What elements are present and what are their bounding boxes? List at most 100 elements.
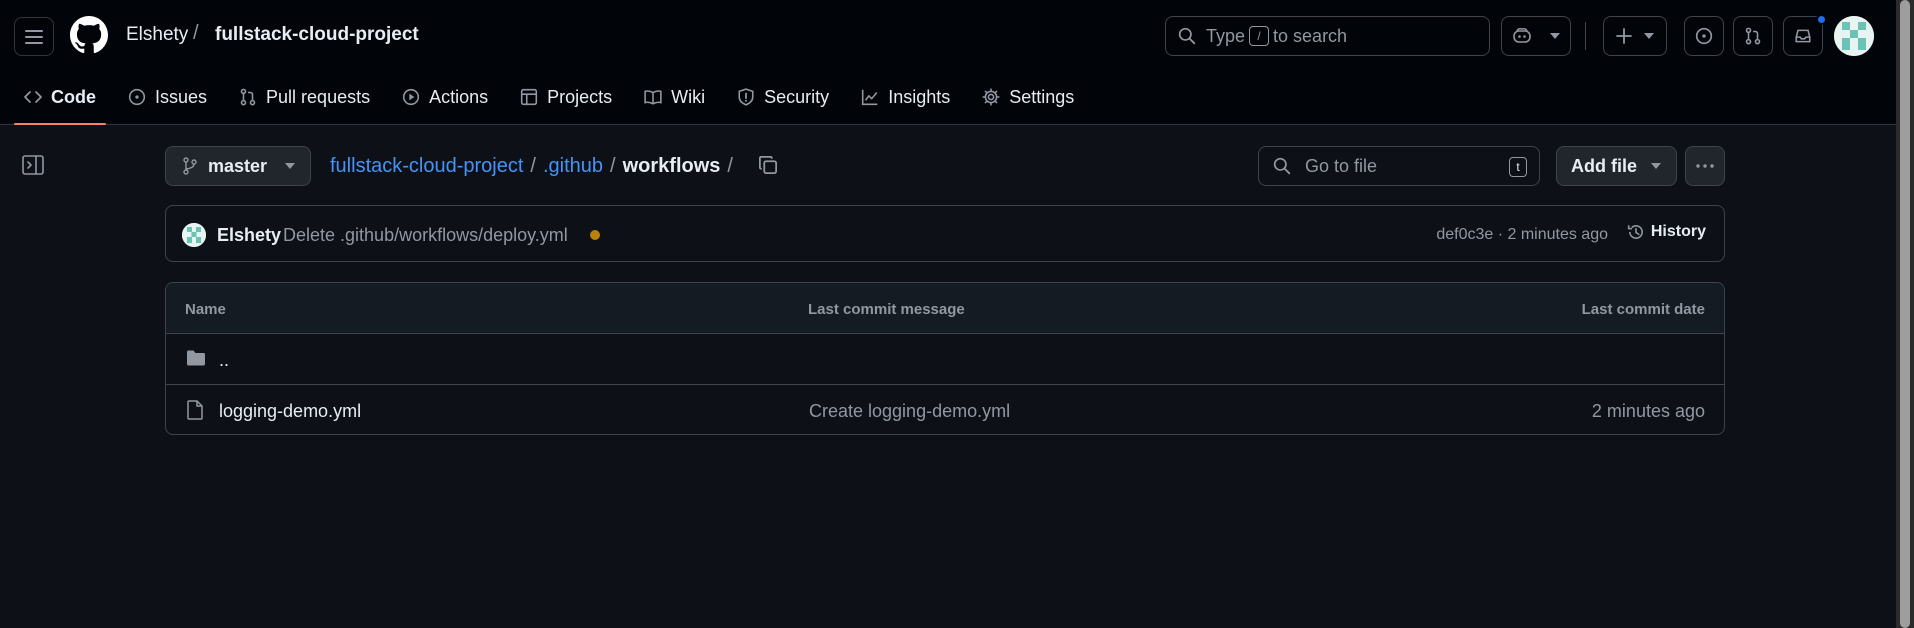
commit-author[interactable]: Elshety (217, 225, 281, 246)
global-header: Elshety / fullstack-cloud-project Type /… (0, 0, 1896, 125)
plus-icon (1616, 28, 1632, 44)
tab-code[interactable]: Code (14, 80, 106, 125)
kebab-horizontal-icon (1696, 164, 1714, 168)
history-icon (1627, 225, 1643, 239)
table-row[interactable]: logging-demo.yml Create logging-demo.yml… (166, 385, 1724, 434)
folder-icon (187, 350, 205, 366)
column-last-commit-message: Last commit message (808, 301, 965, 318)
copy-icon (759, 156, 777, 174)
copy-path-button[interactable] (758, 155, 778, 175)
repo-link[interactable]: fullstack-cloud-project (215, 24, 419, 46)
commit-author-avatar[interactable] (182, 223, 206, 247)
create-new-button[interactable] (1603, 16, 1667, 56)
path-current-dir: workflows (622, 155, 721, 177)
pull-request-icon (1745, 27, 1761, 45)
global-search-input[interactable]: Type / to search (1165, 16, 1490, 56)
branch-name: master (208, 155, 268, 176)
sidebar-expand-icon (22, 155, 44, 175)
tab-pull-requests[interactable]: Pull requests (229, 80, 380, 114)
more-options-button[interactable] (1685, 146, 1725, 186)
history-label: History (1650, 223, 1706, 240)
path-separator: / (610, 155, 616, 177)
issue-icon (128, 88, 146, 106)
tab-security[interactable]: Security (727, 80, 839, 114)
tab-actions[interactable]: Actions (392, 80, 498, 114)
tab-label: Security (764, 86, 830, 107)
chevron-down-icon (1644, 33, 1654, 39)
history-button[interactable]: History (1627, 223, 1706, 241)
branch-selector-button[interactable]: master (165, 146, 311, 186)
path-separator: / (530, 155, 536, 177)
file-name-link[interactable]: logging-demo.yml (219, 401, 361, 422)
breadcrumb-separator: / (193, 22, 199, 44)
tab-label: Issues (155, 86, 208, 107)
search-suffix: to search (1273, 25, 1348, 46)
chevron-down-icon (285, 163, 296, 169)
issues-button[interactable] (1684, 16, 1724, 56)
menu-button[interactable] (14, 17, 54, 56)
latest-commit-bar: Elshety Delete .github/workflows/deploy.… (165, 205, 1725, 262)
commit-message[interactable]: Delete .github/workflows/deploy.yml (283, 225, 568, 246)
code-icon (24, 91, 42, 103)
tab-wiki[interactable]: Wiki (634, 80, 715, 114)
parent-dir-link[interactable]: .. (219, 350, 229, 371)
file-commit-message[interactable]: Create logging-demo.yml (809, 401, 1010, 422)
tab-label: Wiki (671, 86, 706, 107)
path-separator: / (727, 155, 733, 177)
table-header: Name Last commit message Last commit dat… (166, 283, 1724, 334)
file-table: Name Last commit message Last commit dat… (165, 282, 1725, 435)
branch-icon (183, 157, 197, 175)
github-logo-icon[interactable] (70, 16, 108, 54)
owner-link[interactable]: Elshety (126, 24, 188, 46)
book-icon (644, 90, 662, 105)
chevron-down-icon (1651, 163, 1661, 169)
tab-issues[interactable]: Issues (118, 80, 217, 114)
search-shortcut-key: / (1249, 26, 1270, 46)
copilot-button[interactable] (1501, 16, 1571, 56)
tab-projects[interactable]: Projects (510, 80, 622, 114)
play-icon (402, 88, 420, 106)
hamburger-icon (25, 29, 43, 44)
add-file-label: Add file (1571, 155, 1637, 176)
pull-request-icon (240, 88, 256, 106)
column-name: Name (185, 301, 226, 318)
file-commit-date: 2 minutes ago (1591, 401, 1705, 421)
path-dir-link[interactable]: .github (543, 155, 603, 178)
gear-icon (982, 88, 1000, 106)
tab-insights[interactable]: Insights (851, 80, 960, 114)
file-icon (187, 400, 203, 420)
chevron-down-icon[interactable] (1550, 33, 1560, 39)
issue-icon (1695, 27, 1713, 45)
scrollbar-thumb[interactable] (1900, 0, 1910, 628)
notification-indicator (1816, 14, 1827, 25)
pull-requests-button[interactable] (1733, 16, 1773, 56)
path-repo-link[interactable]: fullstack-cloud-project (330, 155, 523, 178)
search-icon (1273, 157, 1291, 175)
go-to-file-shortcut-key: t (1509, 157, 1527, 177)
commit-hash-time[interactable]: def0c3e · 2 minutes ago (1436, 226, 1608, 244)
tab-label: Settings (1009, 86, 1075, 107)
copilot-icon (1513, 28, 1531, 43)
add-file-button[interactable]: Add file (1556, 146, 1677, 186)
inbox-icon (1795, 29, 1811, 43)
header-divider (1585, 22, 1586, 50)
tab-settings[interactable]: Settings (972, 80, 1084, 114)
tab-label: Code (51, 86, 96, 107)
expand-file-tree-button[interactable] (22, 155, 44, 175)
commit-status-indicator[interactable] (590, 230, 600, 240)
file-path-breadcrumb: fullstack-cloud-project / .github / work… (330, 155, 740, 178)
go-to-file-input[interactable]: Go to file t (1258, 146, 1540, 186)
shield-icon (738, 88, 754, 106)
tab-label: Actions (429, 86, 489, 107)
tab-label: Pull requests (266, 86, 371, 107)
table-icon (521, 88, 538, 106)
search-icon (1178, 27, 1196, 45)
repo-nav-tabs: Code Issues Pull requests Actions Projec… (14, 80, 1096, 125)
search-prefix: Type (1206, 25, 1246, 46)
tab-label: Insights (888, 86, 951, 107)
column-last-commit-date: Last commit date (1581, 301, 1705, 318)
tab-label: Projects (547, 86, 613, 107)
table-row-parent-dir[interactable]: .. (166, 334, 1724, 385)
user-avatar[interactable] (1834, 16, 1874, 56)
go-to-file-placeholder: Go to file (1305, 155, 1378, 176)
